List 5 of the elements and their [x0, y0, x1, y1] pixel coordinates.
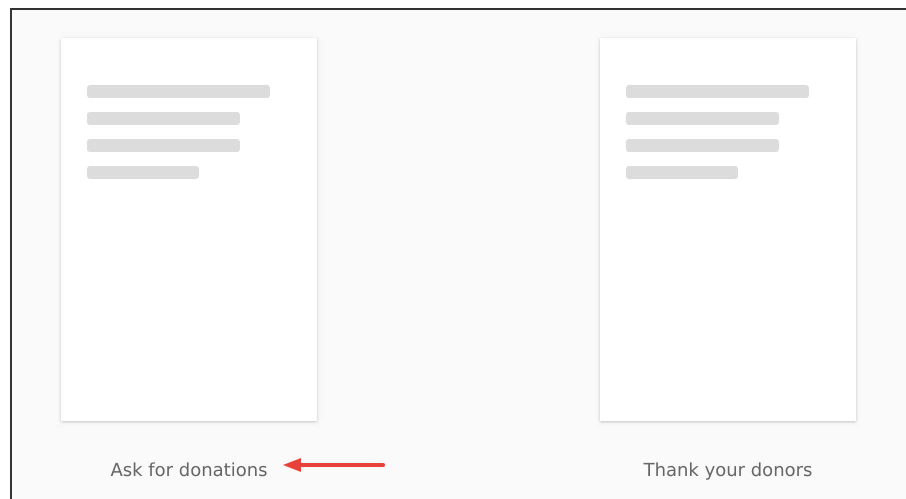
template-label[interactable]: Thank your donors	[644, 460, 812, 481]
template-card[interactable]	[61, 38, 317, 421]
template-card[interactable]	[600, 38, 856, 421]
arrow-icon	[281, 457, 387, 473]
template-label[interactable]: Ask for donations	[110, 460, 268, 481]
